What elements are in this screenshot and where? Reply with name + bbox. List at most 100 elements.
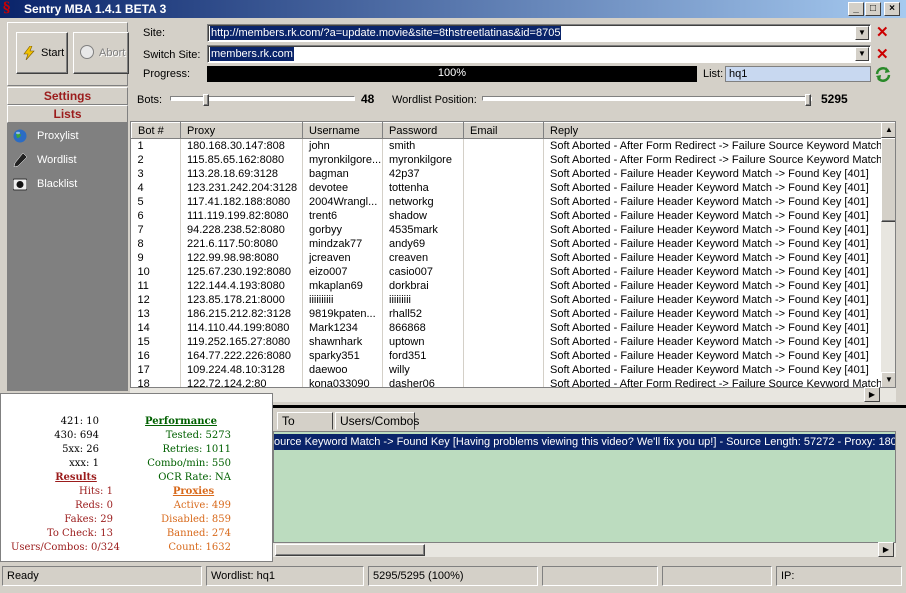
table-row[interactable]: 2 115.85.65.162:8080 myronkilgore... myronk… [131, 153, 882, 167]
column-header[interactable]: Email [463, 122, 544, 139]
table-cell: 6 [131, 209, 181, 223]
table-row[interactable]: 4 123.231.242.204:3128 devotee tottenha Soft… [131, 181, 882, 195]
table-cell: 1 [131, 138, 181, 153]
stat-value: 26 [86, 444, 99, 455]
refresh-icon[interactable] [874, 66, 892, 82]
site-combobox[interactable]: http://members.rk.com/?a=update.movie&si… [207, 24, 871, 42]
table-cell: Soft Aborted - Failure Header Keyword Ma… [543, 251, 882, 265]
close-button[interactable]: × [884, 2, 900, 16]
site-clear-icon[interactable]: ✕ [876, 25, 889, 40]
abort-button[interactable]: Abort [73, 32, 129, 74]
progress-label: Progress: [143, 68, 191, 80]
table-row[interactable]: 5 117.41.182.188:8080 2004Wrangl... network… [131, 195, 882, 209]
table-row[interactable]: 1 180.168.30.147:808 john smith Soft Aborted… [131, 138, 882, 153]
table-row[interactable]: 15 119.252.165.27:8080 shawnhark uptown Soft… [131, 335, 882, 349]
list-label: List: [703, 68, 724, 80]
log-scroll-right-button[interactable]: ▶ [878, 542, 894, 557]
sidebar-item-wordlist[interactable]: Wordlist [13, 151, 77, 169]
table-cell: jcreaven [302, 251, 383, 265]
table-row[interactable]: 13 186.215.212.82:3128 9819kpaten... rhall5… [131, 307, 882, 321]
table-cell: Soft Aborted - Failure Header Keyword Ma… [543, 237, 882, 251]
status-bar: Ready Wordlist: hq1 5295/5295 (100%) IP: [2, 566, 904, 586]
tab-to-check[interactable]: To Check [277, 412, 333, 444]
column-header[interactable]: Bot # [131, 122, 181, 139]
table-cell: 122.72.124.2:80 [180, 377, 303, 387]
stat-label: 421: [60, 416, 84, 427]
switch-site-combobox[interactable]: members.rk.com ▼ [207, 45, 871, 63]
table-cell: Soft Aborted - After Form Redirect -> Fa… [543, 153, 882, 167]
site-dropdown-button[interactable]: ▼ [855, 26, 869, 40]
sidebar-item-proxylist[interactable]: Proxylist [13, 127, 79, 145]
list-field[interactable]: hq1 [725, 66, 871, 82]
table-vertical-scrollbar[interactable]: ▲ ▼ [881, 122, 895, 387]
table-row[interactable]: 17 109.224.48.10:3128 daewoo willy Soft Abor… [131, 363, 882, 377]
wordlist-position-slider[interactable] [482, 94, 812, 108]
stat-section-header: Results [55, 472, 97, 483]
switch-site-dropdown-button[interactable]: ▼ [855, 47, 869, 61]
tab-settings[interactable]: Settings [7, 87, 128, 105]
table-row[interactable]: 6 111.119.199.82:8080 trent6 shadow Soft Abo… [131, 209, 882, 223]
bots-slider-thumb[interactable] [203, 94, 209, 106]
scroll-thumb[interactable] [881, 138, 895, 222]
stat-row: Retries: 1011 [121, 444, 231, 455]
column-header[interactable]: Password [382, 122, 464, 139]
switch-site-clear-icon[interactable]: ✕ [876, 47, 889, 62]
table-row[interactable]: 3 113.28.18.69:3128 bagman 42p37 Soft Aborte… [131, 167, 882, 181]
log-selected-line[interactable]: ource Keyword Match -> Found Key [Having… [274, 434, 895, 450]
wordlist-slider-thumb[interactable] [805, 94, 811, 106]
sidebar-item-blacklist[interactable]: Blacklist [13, 175, 77, 193]
stat-label: 430: [54, 430, 77, 441]
table-cell: 17 [131, 363, 181, 377]
table-cell: 5 [131, 195, 181, 209]
column-header[interactable]: Reply [543, 122, 882, 139]
column-header[interactable]: Proxy [180, 122, 303, 139]
status-empty-2 [662, 566, 772, 586]
column-header[interactable]: Username [302, 122, 383, 139]
scroll-down-button[interactable]: ▼ [881, 372, 895, 387]
start-button[interactable]: Start [16, 32, 68, 74]
table-row[interactable]: 10 125.67.230.192:8080 eizo007 casio007 Soft… [131, 265, 882, 279]
table-cell: Soft Aborted - Failure Header Keyword Ma… [543, 223, 882, 237]
minimize-button[interactable]: _ [848, 2, 864, 16]
stat-label: Combo/min: [147, 458, 209, 469]
table-row[interactable]: 9 122.99.98.98:8080 jcreaven creaven Soft Ab… [131, 251, 882, 265]
table-cell: 123.231.242.204:3128 [180, 181, 303, 195]
log-scroll-thumb[interactable] [275, 544, 425, 556]
table-row[interactable]: 11 122.144.4.193:8080 mkaplan69 dorkbrai Sof… [131, 279, 882, 293]
title-bar: § Sentry MBA 1.4.1 BETA 3 _ □ × [0, 0, 906, 18]
table-row[interactable]: 7 94.228.238.52:8080 gorbyy 4535mark Soft Ab… [131, 223, 882, 237]
table-cell [463, 363, 544, 377]
table-cell: daewoo [302, 363, 383, 377]
table-row[interactable]: 12 123.85.178.21:8000 iiiiiiiiii iiiiiiiii S… [131, 293, 882, 307]
scroll-right-button[interactable]: ▶ [864, 387, 880, 402]
tab-lists[interactable]: Lists [7, 105, 128, 123]
stat-row: Reds: 0 [11, 500, 113, 511]
table-cell: Soft Aborted - Failure Header Keyword Ma… [543, 349, 882, 363]
scroll-up-button[interactable]: ▲ [881, 122, 895, 138]
stat-value: 1 [92, 458, 99, 469]
table-cell: 221.6.117.50:8080 [180, 237, 303, 251]
log-horizontal-scrollbar[interactable]: ▶ [273, 542, 896, 557]
table-cell [463, 153, 544, 167]
table-row[interactable]: 8 221.6.117.50:8080 mindzak77 andy69 Soft Ab… [131, 237, 882, 251]
start-label: Start [41, 47, 65, 59]
table-row[interactable]: 18 122.72.124.2:80 kona033090 dasher06 Soft … [131, 377, 882, 387]
table-cell: 10 [131, 265, 181, 279]
stat-row: To Check: 13 [11, 528, 113, 539]
table-cell [463, 181, 544, 195]
progress-text: 100% [437, 67, 467, 79]
stat-row: Disabled: 859 [121, 514, 231, 525]
maximize-button[interactable]: □ [865, 2, 881, 16]
bots-slider[interactable] [170, 94, 355, 108]
table-row[interactable]: 14 114.110.44.199:8080 Mark1234 866868 Soft … [131, 321, 882, 335]
table-cell: 9819kpaten... [302, 307, 383, 321]
stat-value: 859 [211, 514, 231, 525]
table-cell: 866868 [382, 321, 464, 335]
table-cell: 8 [131, 237, 181, 251]
table-cell: Soft Aborted - Failure Header Keyword Ma… [543, 363, 882, 377]
table-cell: iiiiiiiiii [302, 293, 383, 307]
table-row[interactable]: 16 164.77.222.226:8080 sparky351 ford351 Sof… [131, 349, 882, 363]
stat-value: 0 [106, 500, 113, 511]
tab-users-combos[interactable]: Users/Combos [335, 412, 419, 430]
table-cell: iiiiiiiii [382, 293, 464, 307]
